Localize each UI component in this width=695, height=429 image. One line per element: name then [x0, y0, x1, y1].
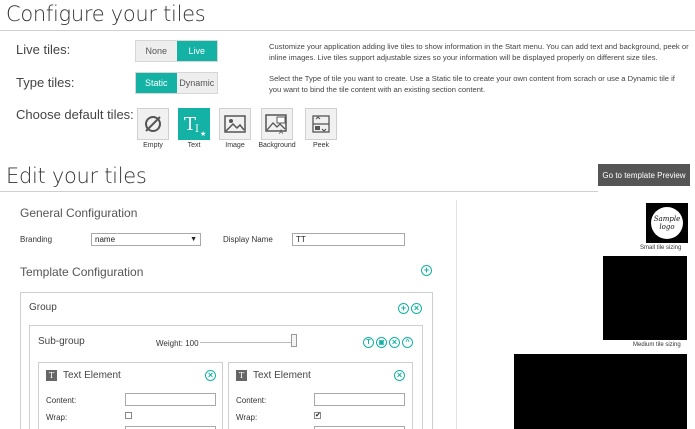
collapse-subgroup-icon[interactable]: ^: [402, 337, 413, 348]
svg-text:A: A: [279, 129, 284, 135]
add-group-icon[interactable]: +: [398, 303, 409, 314]
background-icon: A: [265, 114, 287, 135]
image-element-add-icon[interactable]: ▣: [376, 337, 387, 348]
tile-label: Peek: [313, 142, 329, 149]
medium-tile-label: Medium tile sizing: [633, 342, 681, 348]
remove-subgroup-icon[interactable]: ×: [389, 337, 400, 348]
tile-empty[interactable]: [137, 108, 169, 140]
divider: [0, 191, 598, 192]
tile-image[interactable]: [219, 108, 251, 140]
content-label: Content:: [46, 396, 77, 405]
weight-slider-track[interactable]: [200, 342, 297, 343]
remove-text-element-icon[interactable]: ×: [205, 370, 216, 381]
type-static-option[interactable]: Static: [136, 73, 177, 93]
small-tile-preview: Sample logo: [646, 203, 688, 243]
content-input[interactable]: [125, 393, 216, 406]
live-live-option[interactable]: Live: [176, 41, 217, 61]
general-config-heading: General Configuration: [20, 206, 138, 220]
tile-label: Background: [258, 142, 296, 149]
text-icon: T I ★: [184, 114, 206, 137]
live-none-option[interactable]: None: [136, 41, 177, 61]
wrap-checkbox[interactable]: [125, 412, 132, 419]
image-icon: [224, 115, 246, 133]
wide-tile-preview: [514, 354, 687, 429]
tile-peek[interactable]: [305, 108, 337, 140]
wrap-label: Wrap:: [236, 413, 258, 422]
live-tiles-toggle: None Live: [135, 40, 218, 62]
medium-tile-preview: [603, 256, 687, 340]
text-element-title: Text Element: [63, 370, 121, 381]
remove-text-element-icon[interactable]: ×: [394, 370, 405, 381]
chevron-down-icon: ▼: [190, 236, 197, 243]
content-label: Content:: [236, 396, 267, 405]
text-element-icon: T: [46, 370, 57, 381]
display-name-input[interactable]: TT: [292, 233, 405, 246]
wrap-checkbox-checked[interactable]: ✔: [314, 412, 321, 419]
content-input[interactable]: [314, 393, 405, 406]
group-label: Group: [29, 302, 57, 313]
add-template-icon[interactable]: +: [421, 265, 432, 276]
type-tiles-label: Type tiles:: [16, 75, 75, 90]
text-element-icon: T: [236, 370, 247, 381]
divider: [0, 30, 695, 31]
default-tiles-label: Choose default tiles:: [16, 107, 134, 122]
svg-text:I: I: [195, 124, 199, 135]
preview-divider: [456, 200, 457, 429]
remove-group-icon[interactable]: ×: [411, 303, 422, 314]
weight-label: Weight: 100: [156, 339, 199, 348]
svg-text:★: ★: [200, 130, 206, 137]
branding-value: name: [95, 235, 116, 244]
branding-label: Branding: [20, 235, 53, 244]
type-tiles-toggle: Static Dynamic: [135, 72, 218, 94]
template-preview-button[interactable]: Go to template Preview: [598, 164, 690, 186]
subgroup-label: Sub-group: [38, 336, 85, 347]
type-tiles-description: Select the Type of tile you want to crea…: [269, 74, 675, 94]
live-tiles-label: Live tiles:: [16, 42, 71, 57]
empty-icon: [145, 116, 161, 132]
text-element-title: Text Element: [253, 370, 311, 381]
type-dynamic-option[interactable]: Dynamic: [176, 73, 217, 93]
tile-text[interactable]: T I ★: [178, 108, 210, 140]
sample-logo: Sample logo: [651, 207, 683, 239]
weight-slider-handle[interactable]: [291, 334, 297, 347]
template-config-heading: Template Configuration: [20, 265, 144, 279]
peek-icon: [312, 115, 330, 133]
small-tile-label: Small tile sizing: [640, 245, 682, 251]
page-title: Configure your tiles: [6, 2, 206, 26]
wrap-label: Wrap:: [46, 413, 68, 422]
tile-background[interactable]: A: [261, 108, 293, 140]
edit-title: Edit your tiles: [6, 164, 147, 188]
branding-select[interactable]: name ▼: [91, 233, 201, 246]
live-tiles-description: Customize your application adding live t…: [269, 42, 689, 62]
text-element-add-icon[interactable]: T: [363, 337, 374, 348]
display-name-label: Display Name: [223, 235, 273, 244]
